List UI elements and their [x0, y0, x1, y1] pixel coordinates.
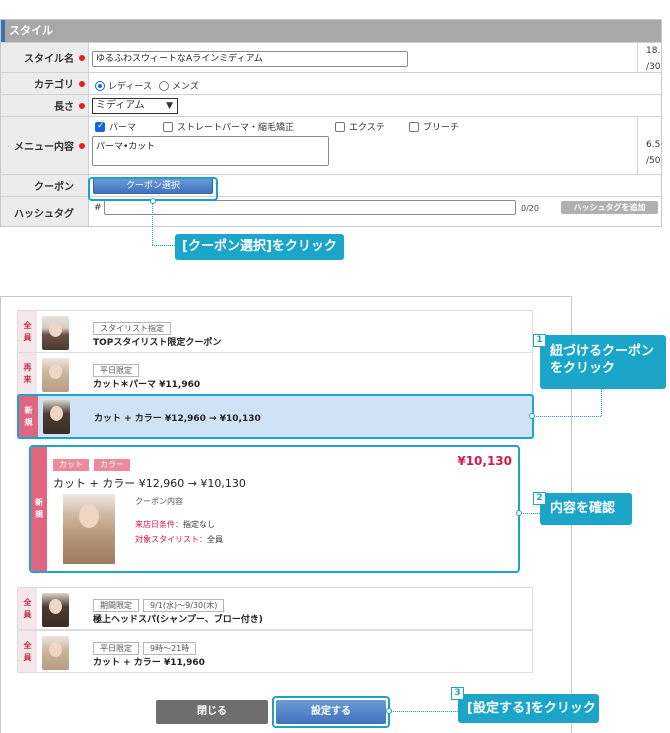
radio-mens[interactable]: メンズ: [159, 79, 199, 92]
hashtag-input[interactable]: [104, 200, 516, 215]
checkbox-straight-perm[interactable]: ストレートパーマ・縮毛矯正: [163, 120, 294, 133]
coupon-badge: 全員: [18, 588, 37, 629]
detail-sub: クーポン内容: [135, 497, 183, 506]
length-row: 長さ ミディアム ▼: [1, 94, 661, 116]
coupon-item[interactable]: 全員 スタイリスト指定 TOPスタイリスト限定クーポン: [17, 310, 533, 354]
step-number-2: 2: [533, 492, 546, 505]
menu-count: 6.5: [646, 140, 661, 150]
hashtag-label: ハッシュタグ: [1, 197, 89, 226]
coupon-tag: 9/1(水)〜9/30(木): [143, 599, 225, 612]
callout-connector: [533, 416, 601, 417]
detail-tag: カット: [53, 459, 89, 471]
checkbox-unchecked-icon: [335, 121, 345, 132]
coupon-badge: 新規: [31, 447, 47, 571]
detail-photo: [63, 494, 115, 564]
callout-pin: [529, 413, 535, 419]
style-name-input[interactable]: ゆるふわスウィートなAラインミディアム: [92, 51, 408, 67]
coupon-item[interactable]: 全員 期間限定 9/1(水)〜9/30(木) 極上ヘッドスパ(シャンプー、ブロー付…: [17, 587, 533, 630]
style-name-row: スタイル名 ゆるふわスウィートなAラインミディアム 18.5/30: [1, 42, 661, 72]
coupon-thumbnail: [42, 316, 69, 350]
callout-connector: [152, 203, 153, 245]
coupon-tag: 9時〜21時: [143, 642, 197, 655]
step-number-1: 1: [533, 334, 546, 347]
length-select[interactable]: ミディアム ▼: [92, 98, 178, 114]
detail-visit-condition: 来店日条件：指定なし: [135, 520, 215, 529]
required-dot-icon: [79, 142, 85, 149]
required-dot-icon: [79, 54, 85, 61]
coupon-name: カット + カラー ¥12,960 → ¥10,130: [94, 414, 261, 424]
length-label: 長さ: [54, 102, 74, 113]
coupon-badge: 全員: [18, 631, 37, 672]
callout-pin: [516, 510, 522, 516]
required-dot-icon: [79, 80, 85, 87]
coupon-badge: 再来: [18, 353, 37, 395]
chevron-down-icon: ▼: [166, 101, 173, 111]
detail-title: カット + カラー ¥12,960 → ¥10,130: [53, 477, 246, 490]
callout-connector: [390, 711, 458, 712]
detail-price: ¥10,130: [457, 454, 512, 468]
coupon-name: カット＊パーマ ¥11,960: [93, 380, 201, 390]
coupon-detail-panel: 新規 カット カラー カット + カラー ¥12,960 → ¥10,130 ¥1…: [29, 445, 520, 573]
coupon-thumbnail: [42, 636, 69, 670]
callout-step-1: 紐づけるクーポン をクリック: [540, 335, 666, 389]
coupon-thumbnail: [42, 358, 69, 392]
coupon-badge: 全員: [18, 311, 37, 353]
detail-tag: カラー: [94, 459, 130, 471]
menu-label: メニュー内容: [14, 142, 74, 153]
set-button-highlight: [272, 696, 390, 728]
category-label: カテゴリ: [34, 80, 74, 91]
callout-step-3: [設定する]をクリック: [458, 694, 599, 723]
coupon-tag: 平日限定: [93, 364, 139, 377]
menu-row: メニュー内容 パーマ ストレートパーマ・縮毛矯正 エクステ ブリーチ パーマ•カ…: [1, 116, 661, 174]
coupon-badge: 新規: [19, 396, 38, 437]
detail-target-stylist: 対象スタイリスト：全員: [135, 535, 223, 544]
style-name-count: 18.5: [646, 46, 661, 56]
callout-step-2: 内容を確認: [540, 493, 632, 525]
category-row: カテゴリ レディース メンズ: [1, 72, 661, 94]
callout-pin: [150, 198, 156, 204]
menu-max: /50: [646, 156, 661, 166]
hash-symbol: #: [94, 203, 102, 213]
coupon-thumbnail: [42, 593, 69, 627]
radio-ladies[interactable]: レディース: [95, 79, 152, 92]
coupon-tag: 期間限定: [93, 599, 139, 612]
checkbox-extension[interactable]: エクステ: [335, 120, 385, 133]
callout-connector: [152, 245, 175, 246]
coupon-item-selected[interactable]: 新規 カット + カラー ¥12,960 → ¥10,130: [17, 394, 534, 439]
add-hashtag-button[interactable]: ハッシュタグを追加: [561, 201, 658, 214]
coupon-name: カット + カラー ¥11,960: [93, 658, 205, 668]
callout-connector: [601, 389, 602, 416]
close-button[interactable]: 閉じる: [156, 700, 268, 724]
checkbox-unchecked-icon: [409, 121, 419, 132]
coupon-name: TOPスタイリスト限定クーポン: [93, 338, 222, 348]
coupon-label: クーポン: [1, 175, 89, 196]
callout-connector: [520, 513, 540, 514]
hashtag-count: 0/20: [521, 204, 539, 213]
coupon-tag: スタイリスト指定: [93, 322, 171, 335]
radio-unchecked-icon: [159, 80, 169, 91]
callout-coupon-select: [クーポン選択]をクリック: [175, 234, 344, 260]
required-dot-icon: [79, 102, 85, 109]
callout-pin: [386, 708, 392, 714]
coupon-thumbnail: [43, 400, 70, 434]
checkbox-bleach[interactable]: ブリーチ: [409, 120, 459, 133]
form-section-title: スタイル: [1, 20, 661, 42]
coupon-tag: 平日限定: [93, 642, 139, 655]
radio-checked-icon: [95, 80, 105, 91]
step-number-3: 3: [451, 687, 464, 700]
checkbox-checked-icon: [95, 121, 105, 132]
checkbox-perm[interactable]: パーマ: [95, 120, 136, 133]
coupon-item[interactable]: 全員 平日限定 9時〜21時 カット + カラー ¥11,960: [17, 630, 533, 673]
style-name-label: スタイル名: [24, 54, 74, 65]
checkbox-unchecked-icon: [163, 121, 173, 132]
coupon-name: 極上ヘッドスパ(シャンプー、ブロー付き): [93, 615, 263, 625]
coupon-item[interactable]: 再来 平日限定 カット＊パーマ ¥11,960: [17, 352, 533, 396]
menu-textarea[interactable]: パーマ•カット: [92, 136, 329, 166]
